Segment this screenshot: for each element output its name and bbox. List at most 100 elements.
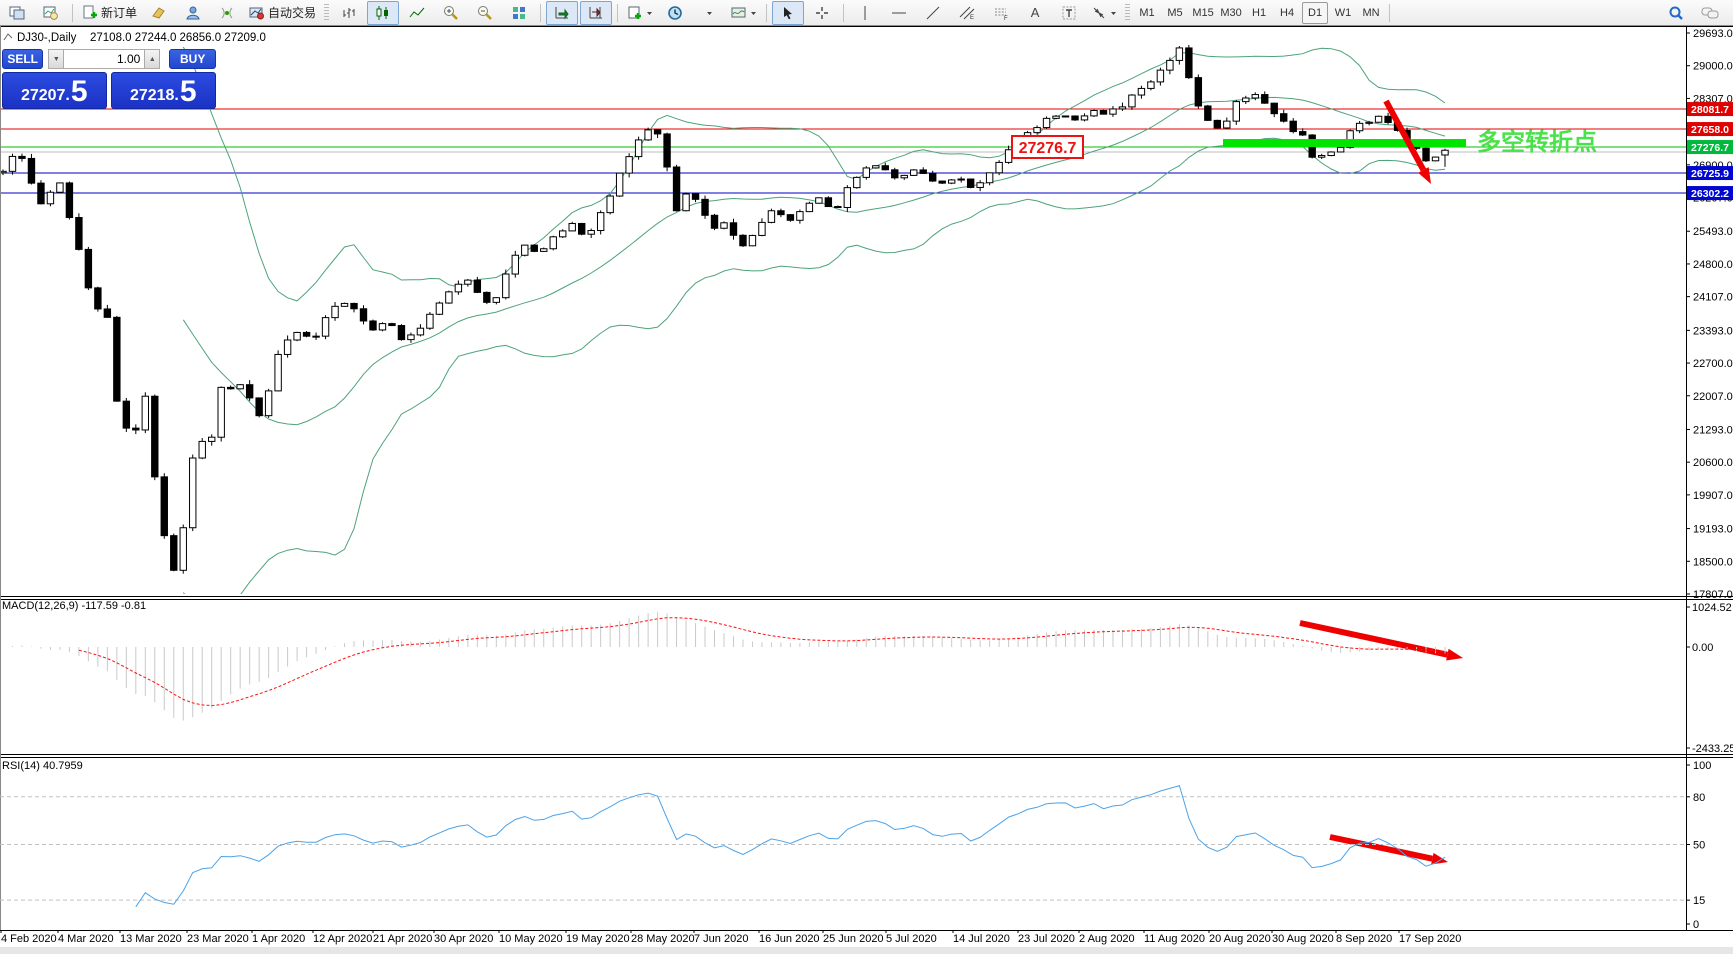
chart-shift-button[interactable] — [580, 1, 612, 25]
volume-input[interactable] — [64, 49, 144, 69]
price-axis-tick: 19193.0 — [1693, 524, 1733, 536]
rsi-indicator-label: RSI(14) 40.7959 — [2, 760, 83, 772]
signals-button[interactable] — [211, 1, 243, 25]
horizontal-line-icon — [891, 5, 907, 21]
price-axis-tick: 18500.0 — [1693, 556, 1733, 568]
macd-axis-tick: 0.00 — [1692, 642, 1713, 654]
dropdown-caret-icon — [1110, 5, 1117, 21]
zoom-out-icon — [477, 5, 493, 21]
cursor-tool-button[interactable] — [772, 1, 804, 25]
chart-symbol-period-label: DJ30-,Daily — [17, 32, 77, 44]
timeframe-toolbar: M1M5M15M30H1H4D1W1MN — [1133, 2, 1385, 24]
timeframe-button-mn[interactable]: MN — [1358, 2, 1384, 24]
chat-button[interactable] — [1694, 1, 1726, 25]
timeframe-button-m30[interactable]: M30 — [1218, 2, 1244, 24]
date-axis-label: 7 Jun 2020 — [694, 933, 748, 945]
svg-text:E: E — [970, 15, 974, 21]
price-axis-tick: 19907.0 — [1693, 490, 1733, 502]
community-button[interactable] — [177, 1, 209, 25]
fibonacci-icon: F — [993, 5, 1009, 21]
tile-windows-button[interactable] — [503, 1, 535, 25]
chart-shift-icon — [588, 5, 604, 21]
window-bottom-strip — [0, 947, 1733, 954]
timeframe-button-w1[interactable]: W1 — [1330, 2, 1356, 24]
text-label-tool-button[interactable] — [1053, 1, 1085, 25]
auto-trading-button[interactable]: 自动交易 — [245, 1, 320, 25]
trendline-icon — [925, 5, 941, 21]
date-axis-label: 23 Jul 2020 — [1018, 933, 1075, 945]
line-chart-type-button[interactable] — [401, 1, 433, 25]
bar-chart-type-icon — [341, 5, 357, 21]
profiles-button[interactable] — [727, 1, 761, 25]
charts-window-button[interactable] — [1, 1, 33, 25]
sell-button[interactable]: SELL — [2, 49, 43, 69]
zoom-in-icon — [443, 5, 459, 21]
timeframe-button-d1[interactable]: D1 — [1302, 2, 1328, 24]
horizontal-line-tool-button[interactable] — [883, 1, 915, 25]
period-clock-icon — [667, 5, 683, 21]
timeframe-button-m1[interactable]: M1 — [1134, 2, 1160, 24]
toolbar-separator — [617, 4, 618, 22]
turning-point-annotation[interactable]: 多空转折点 — [1477, 128, 1597, 156]
price-callout-label: 27276.7 — [1019, 140, 1077, 157]
date-axis-label: 5 Jul 2020 — [886, 933, 937, 945]
date-axis-label: 4 Mar 2020 — [58, 933, 114, 945]
price-axis-tick: 21293.0 — [1693, 424, 1733, 436]
timeframe-button-m15[interactable]: M15 — [1190, 2, 1216, 24]
sell-price-display[interactable]: 27207.5 — [2, 72, 107, 109]
toolbar-separator — [540, 4, 541, 22]
styler-button[interactable] — [143, 1, 175, 25]
price-level-badge-label: 26725.9 — [1691, 168, 1729, 180]
search-button[interactable] — [1660, 1, 1692, 25]
auto-scroll-button[interactable] — [546, 1, 578, 25]
buy-price-pip: 5 — [180, 78, 197, 106]
toolbar-grip — [324, 4, 329, 22]
trendline-tool-button[interactable] — [917, 1, 949, 25]
bar-chart-type-button[interactable] — [333, 1, 365, 25]
fibonacci-tool-button[interactable]: F — [985, 1, 1017, 25]
date-axis-label: 4 Feb 2020 — [1, 933, 57, 945]
auto-trading-icon — [249, 5, 265, 21]
date-axis[interactable]: 4 Feb 20204 Mar 202013 Mar 202023 Mar 20… — [1, 930, 1461, 945]
volume-down-button[interactable]: ▼ — [48, 49, 64, 69]
tile-windows-icon — [511, 5, 527, 21]
timeframe-button-h4[interactable]: H4 — [1274, 2, 1300, 24]
rsi-axis-tick: 50 — [1693, 840, 1705, 852]
line-chart-type-icon — [409, 5, 425, 21]
support-highlight-bar[interactable] — [1223, 139, 1466, 147]
crosshair-tool-button[interactable] — [806, 1, 838, 25]
date-axis-label: 10 May 2020 — [499, 933, 563, 945]
date-axis-label: 13 Mar 2020 — [120, 933, 182, 945]
equidistant-channel-tool-button[interactable]: E — [951, 1, 983, 25]
buy-button[interactable]: BUY — [169, 49, 216, 69]
chart-ohlc-values: 27108.0 27244.0 26856.0 27209.0 — [90, 32, 266, 44]
vertical-line-tool-button[interactable] — [849, 1, 881, 25]
period-clock-button[interactable] — [659, 1, 691, 25]
mt4-window: 新订单自动交易EFAM1M5M15M30H1H4D1W1MN SELL ▼ ▲ … — [0, 0, 1733, 954]
new-order-button[interactable]: 新订单 — [78, 1, 141, 25]
date-axis-label: 19 May 2020 — [566, 933, 630, 945]
text-tool-button[interactable]: A — [1019, 1, 1051, 25]
new-chart-button[interactable] — [623, 1, 657, 25]
volume-up-button[interactable]: ▲ — [144, 49, 160, 69]
dropdown-caret-icon — [646, 5, 653, 21]
tick-chart-button[interactable] — [35, 1, 67, 25]
date-axis-label: 11 Aug 2020 — [1144, 933, 1205, 945]
timeframe-button-m5[interactable]: M5 — [1162, 2, 1188, 24]
rsi-axis-tick: 100 — [1693, 760, 1711, 772]
price-callout-box[interactable]: 27276.7 — [1012, 136, 1083, 158]
candlestick-type-button[interactable] — [367, 1, 399, 25]
chart-svg: 27276.7 多空转折点 DJ30-,Daily 27108.0 27244.0 2… — [0, 26, 1733, 954]
zoom-in-button[interactable] — [435, 1, 467, 25]
arrows-tool-button[interactable] — [1087, 1, 1121, 25]
buy-price-display[interactable]: 27218.5 — [111, 72, 217, 109]
timeframe-button-h1[interactable]: H1 — [1246, 2, 1272, 24]
zoom-out-button[interactable] — [469, 1, 501, 25]
search-icon — [1668, 5, 1684, 21]
templates-caret-button[interactable] — [693, 1, 725, 25]
date-axis-label: 17 Sep 2020 — [1399, 933, 1461, 945]
date-axis-label: 21 Apr 2020 — [373, 933, 432, 945]
chart-surface[interactable]: 27276.7 多空转折点 DJ30-,Daily 27108.0 27244.0 2… — [0, 26, 1733, 954]
styler-icon — [151, 5, 167, 21]
price-axis-tick: 22007.0 — [1693, 391, 1733, 403]
